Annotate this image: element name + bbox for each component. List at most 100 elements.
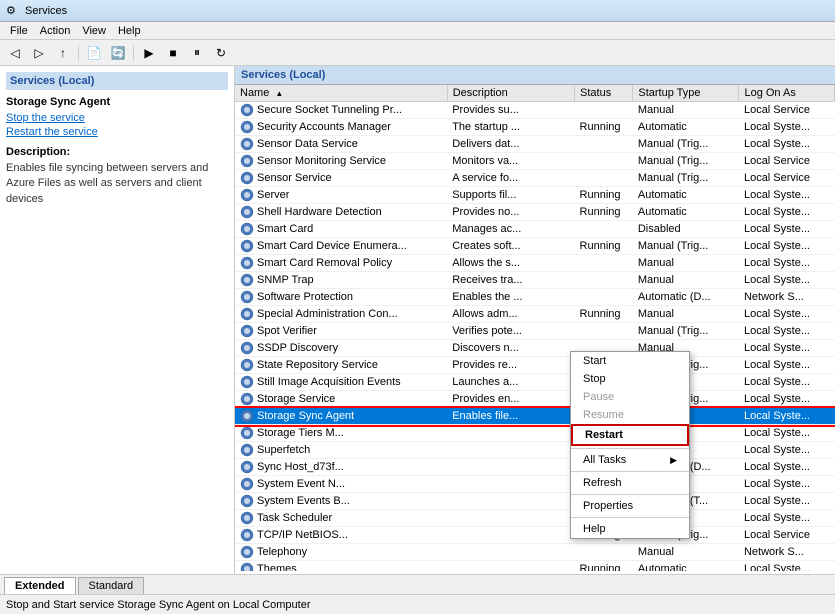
service-status	[575, 102, 633, 119]
table-row[interactable]: SNMP TrapReceives tra...ManualLocal Syst…	[235, 272, 835, 289]
col-status[interactable]: Status	[575, 85, 633, 102]
table-row[interactable]: System Events B...RunningAutomatic (T...…	[235, 493, 835, 510]
table-row[interactable]: SSDP DiscoveryDiscovers n...ManualLocal …	[235, 340, 835, 357]
table-row[interactable]: Smart Card Device Enumera...Creates soft…	[235, 238, 835, 255]
context-menu-help[interactable]: Help	[571, 520, 689, 538]
service-desc: Provides no...	[447, 204, 574, 221]
table-row[interactable]: ThemesRunningAutomaticLocal Syste...	[235, 561, 835, 572]
menu-bar: FileActionViewHelp	[0, 22, 835, 40]
service-icon	[240, 188, 254, 202]
menu-item-file[interactable]: File	[4, 24, 34, 38]
table-row[interactable]: Task SchedulerRunningAutomaticLocal Syst…	[235, 510, 835, 527]
service-startup: Automatic	[633, 119, 739, 136]
service-icon	[240, 137, 254, 151]
table-row[interactable]: Software ProtectionEnables the ...Automa…	[235, 289, 835, 306]
service-status: Running	[575, 187, 633, 204]
table-row[interactable]: TCP/IP NetBIOS...RunningManual (Trig...L…	[235, 527, 835, 544]
toolbar-restart-btn[interactable]: ↻	[210, 43, 232, 63]
toolbar-refresh-btn[interactable]: 🔄	[107, 43, 129, 63]
context-menu-stop[interactable]: Stop	[571, 370, 689, 388]
table-row[interactable]: TelephonyManualNetwork S...	[235, 544, 835, 561]
service-icon	[240, 154, 254, 168]
services-scroll-area[interactable]: Name ▲ Description Status Startup Type L…	[235, 85, 835, 571]
menu-item-view[interactable]: View	[76, 24, 112, 38]
table-row[interactable]: Sensor ServiceA service fo...Manual (Tri…	[235, 170, 835, 187]
context-menu-label: All Tasks	[583, 454, 626, 466]
service-name-cell: SNMP Trap	[235, 272, 430, 288]
table-row[interactable]: Sensor Data ServiceDelivers dat...Manual…	[235, 136, 835, 153]
tabs-bar: Extended Standard	[0, 575, 835, 594]
service-desc: Receives tra...	[447, 272, 574, 289]
service-status	[575, 255, 633, 272]
table-row[interactable]: Still Image Acquisition EventsLaunches a…	[235, 374, 835, 391]
table-row[interactable]: Storage Tiers M...ManualLocal Syste...	[235, 425, 835, 442]
service-name: Sync Host_d73f...	[257, 461, 344, 473]
table-row[interactable]: Smart CardManages ac...DisabledLocal Sys…	[235, 221, 835, 238]
restart-service-link[interactable]: Restart the service	[6, 126, 228, 138]
service-name-cell: System Event N...	[235, 476, 430, 492]
context-menu-label: Pause	[583, 391, 614, 403]
service-startup: Manual	[633, 272, 739, 289]
toolbar-stop-btn[interactable]: ■	[162, 43, 184, 63]
menu-item-help[interactable]: Help	[112, 24, 147, 38]
tab-extended[interactable]: Extended	[4, 577, 76, 594]
service-name-cell: Software Protection	[235, 289, 430, 305]
service-name-cell: SSDP Discovery	[235, 340, 430, 356]
table-row[interactable]: ServerSupports fil...RunningAutomaticLoc…	[235, 187, 835, 204]
service-name: Sensor Monitoring Service	[257, 155, 386, 167]
toolbar-back-btn[interactable]: ◁	[4, 43, 26, 63]
table-row[interactable]: Spot VerifierVerifies pote...Manual (Tri…	[235, 323, 835, 340]
toolbar-forward-btn[interactable]: ▷	[28, 43, 50, 63]
service-name: Secure Socket Tunneling Pr...	[257, 104, 402, 116]
bottom-area: Extended Standard Stop and Start service…	[0, 574, 835, 614]
col-startup[interactable]: Startup Type	[633, 85, 739, 102]
col-logon[interactable]: Log On As	[739, 85, 835, 102]
toolbar-play-btn[interactable]: ▶	[138, 43, 160, 63]
tab-standard[interactable]: Standard	[78, 577, 145, 594]
service-desc	[447, 527, 574, 544]
service-name-cell: Secure Socket Tunneling Pr...	[235, 102, 430, 118]
table-row[interactable]: Security Accounts ManagerThe startup ...…	[235, 119, 835, 136]
table-row[interactable]: Storage Sync AgentEnables file...Running…	[235, 408, 835, 425]
toolbar-pause-btn[interactable]: ⏸	[186, 43, 208, 63]
table-row[interactable]: System Event N...RunningAutomaticLocal S…	[235, 476, 835, 493]
service-logon: Local Syste...	[739, 510, 835, 527]
table-row[interactable]: Smart Card Removal PolicyAllows the s...…	[235, 255, 835, 272]
service-name: SNMP Trap	[257, 274, 314, 286]
service-startup: Manual (Trig...	[633, 170, 739, 187]
service-desc: Provides re...	[447, 357, 574, 374]
service-desc: Delivers dat...	[447, 136, 574, 153]
context-menu-label: Refresh	[583, 477, 622, 489]
col-name[interactable]: Name ▲	[235, 85, 447, 102]
col-desc[interactable]: Description	[447, 85, 574, 102]
table-row[interactable]: Secure Socket Tunneling Pr...Provides su…	[235, 102, 835, 119]
service-desc: Launches a...	[447, 374, 574, 391]
table-row[interactable]: Sync Host_d73f...RunningAutomatic (D...L…	[235, 459, 835, 476]
service-status	[575, 272, 633, 289]
table-row[interactable]: SuperfetchManualLocal Syste...	[235, 442, 835, 459]
context-menu-start[interactable]: Start	[571, 352, 689, 370]
context-menu-refresh[interactable]: Refresh	[571, 474, 689, 492]
stop-service-link[interactable]: Stop the service	[6, 112, 228, 124]
context-menu-properties[interactable]: Properties	[571, 497, 689, 515]
table-row[interactable]: State Repository ServiceProvides re...Ru…	[235, 357, 835, 374]
service-status: Running	[575, 306, 633, 323]
service-logon: Local Syste...	[739, 187, 835, 204]
table-row[interactable]: Shell Hardware DetectionProvides no...Ru…	[235, 204, 835, 221]
toolbar-properties-btn[interactable]: 📄	[83, 43, 105, 63]
service-logon: Local Service	[739, 102, 835, 119]
service-status: Running	[575, 561, 633, 572]
service-logon: Local Syste...	[739, 476, 835, 493]
table-row[interactable]: Special Administration Con...Allows adm.…	[235, 306, 835, 323]
menu-item-action[interactable]: Action	[34, 24, 77, 38]
table-row[interactable]: Sensor Monitoring ServiceMonitors va...M…	[235, 153, 835, 170]
context-menu-restart[interactable]: Restart	[571, 424, 689, 446]
table-row[interactable]: Storage ServiceProvides en...RunningManu…	[235, 391, 835, 408]
service-name-cell: Sensor Service	[235, 170, 430, 186]
service-icon	[240, 120, 254, 134]
service-name-cell: Themes	[235, 561, 430, 571]
service-logon: Local Syste...	[739, 221, 835, 238]
toolbar-up-btn[interactable]: ↑	[52, 43, 74, 63]
context-menu-all-tasks[interactable]: All Tasks▶	[571, 451, 689, 469]
service-name-cell: Sensor Monitoring Service	[235, 153, 430, 169]
